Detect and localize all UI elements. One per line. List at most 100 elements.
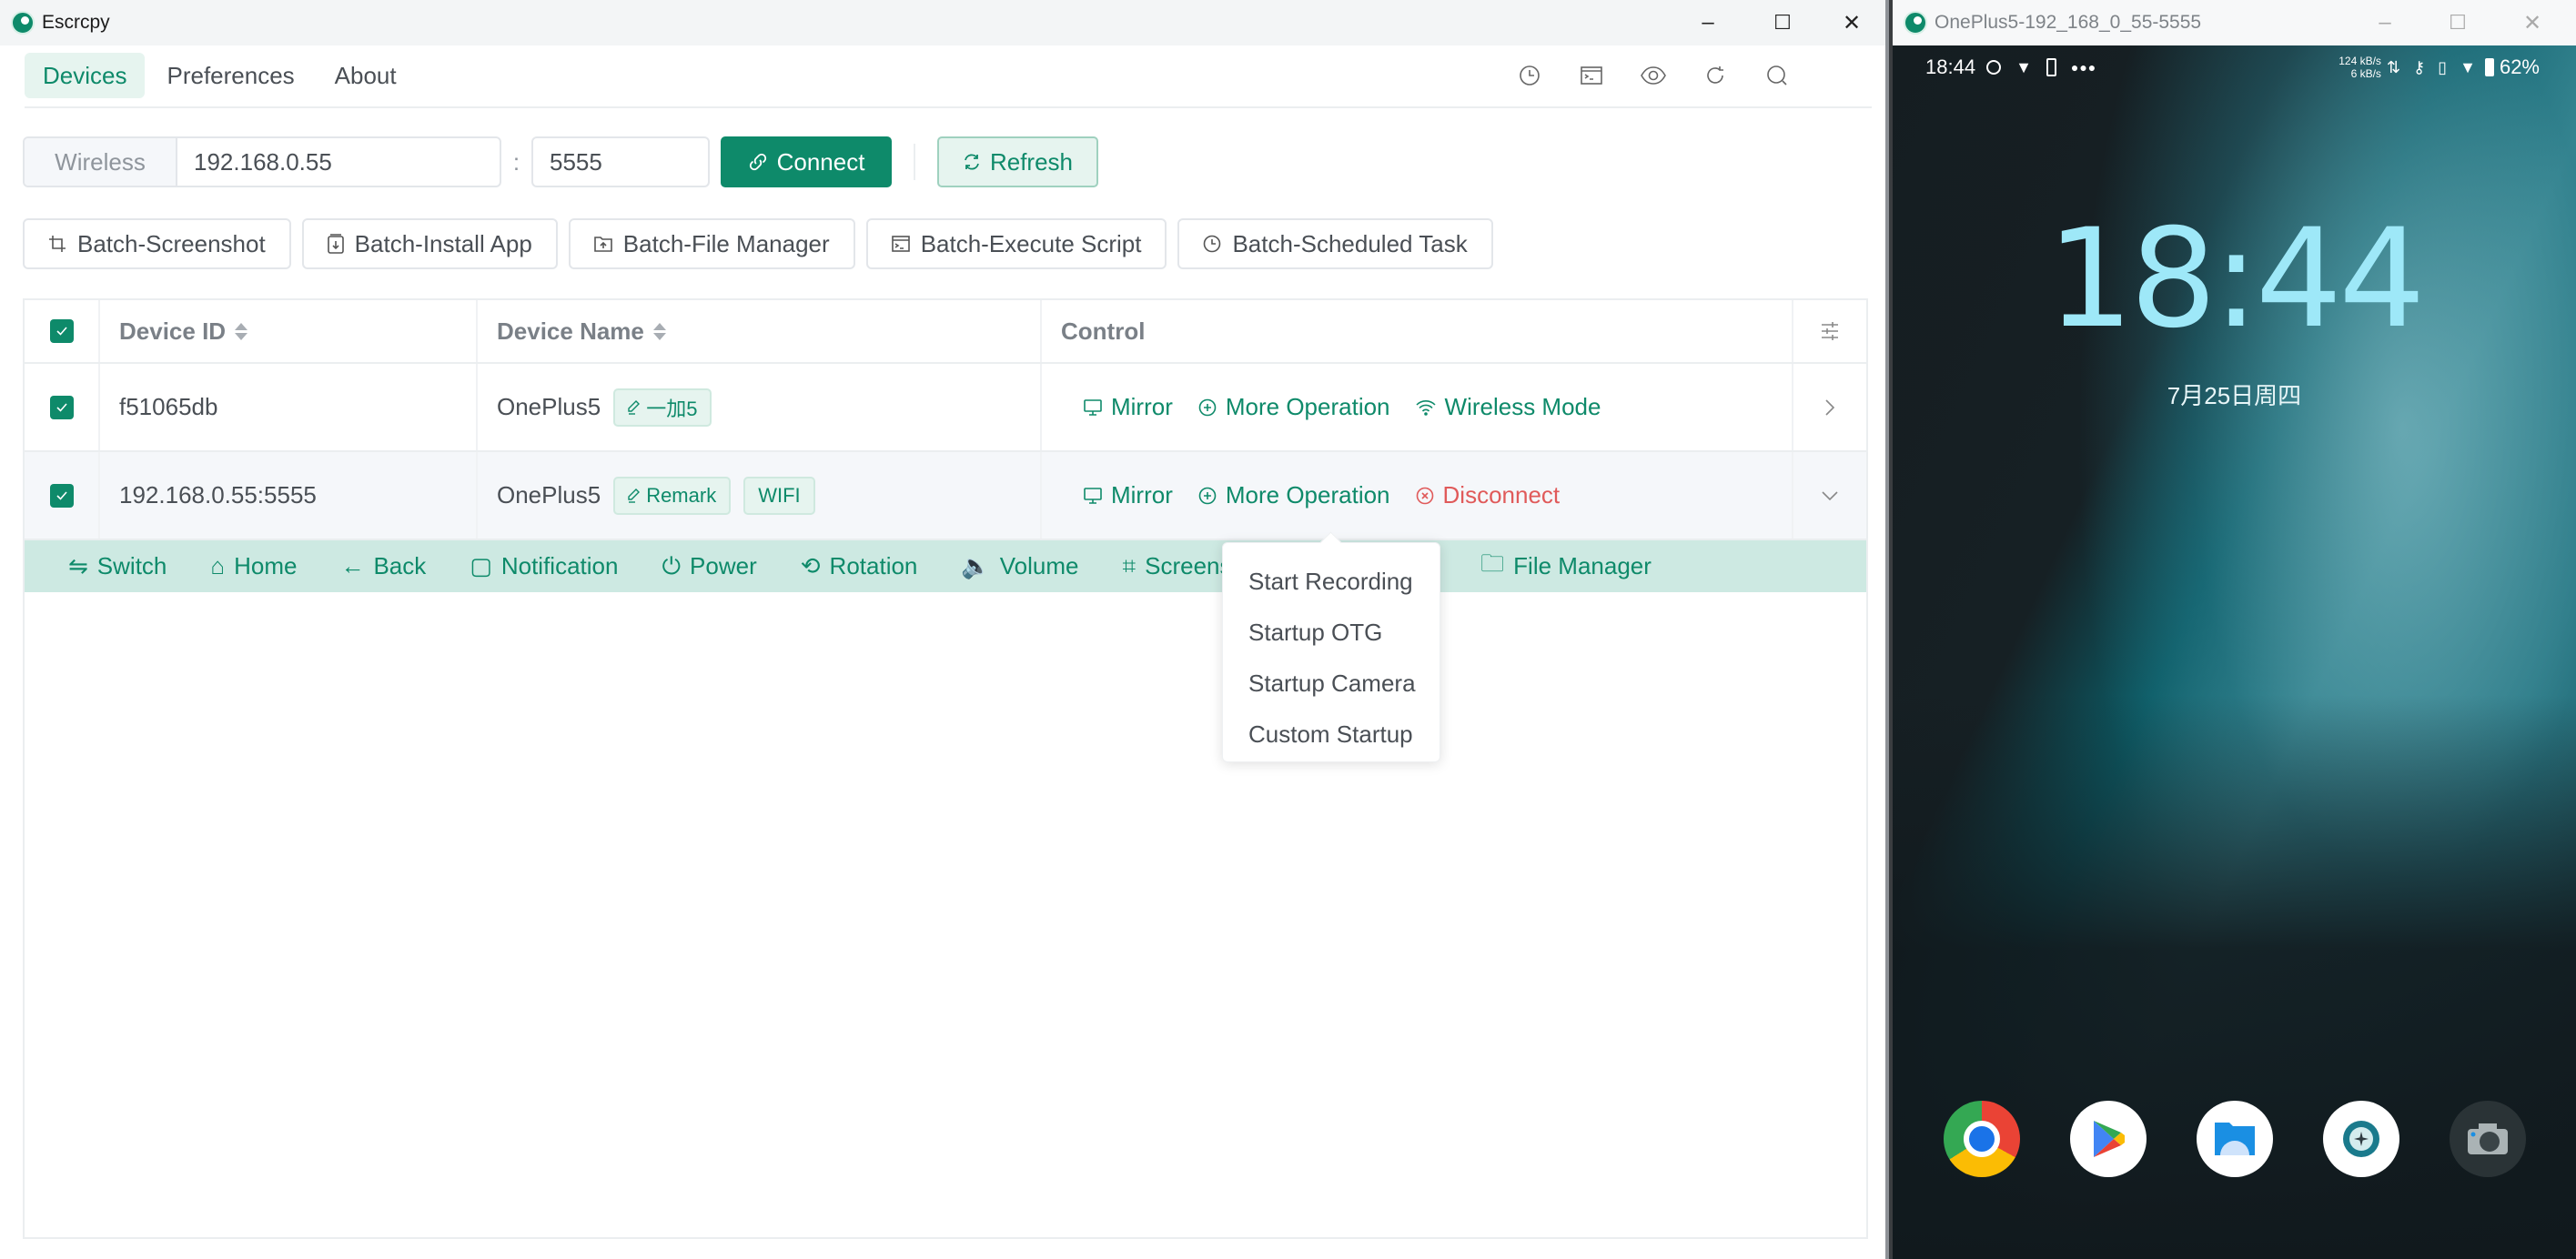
folder-upload-icon [593,237,612,252]
chevron-down-icon[interactable] [1821,490,1839,501]
edit-icon [628,399,641,415]
lockscreen-clock: 18:44 [2046,200,2425,358]
phone-close-button[interactable]: ✕ [2495,0,2570,45]
menu-item-startup-otg[interactable]: Startup OTG [1223,607,1440,658]
batch-screenshot-button[interactable]: Batch-Screenshot [23,218,291,269]
vpn-key-icon: ⚷ [2413,57,2426,76]
settings-icon[interactable] [2322,1101,2399,1177]
file-manager-label: File Manager [1513,552,1652,579]
monitor-icon [1084,487,1102,504]
record-icon [1986,60,2002,75]
mirror-button[interactable]: Mirror [1084,481,1173,509]
table-header: Device ID Device Name Control [25,300,1866,364]
refresh-icon [965,154,979,170]
battery-level: 62% [2499,55,2540,78]
lockscreen-date: 7月25日周四 [2167,382,2302,409]
wifi-icon [1415,399,1436,416]
refresh-icon[interactable] [1702,58,1728,93]
rotation-button[interactable]: ⟲ Rotation [801,552,918,580]
chrome-icon[interactable] [1943,1101,2020,1177]
tab-devices[interactable]: Devices [25,53,146,98]
files-icon[interactable] [2196,1101,2273,1177]
batch-screenshot-label: Batch-Screenshot [77,229,266,257]
host-input-group: Wireless 192.168.0.55 [23,136,501,187]
app-logo-icon [11,11,35,35]
row-checkbox[interactable] [49,395,74,419]
notification-label: Notification [500,552,619,579]
more-operation-button[interactable]: More Operation [1198,481,1390,509]
disconnect-button[interactable]: Disconnect [1416,481,1560,509]
header-device-id[interactable]: Device ID [100,300,478,362]
mirror-label: Mirror [1111,393,1173,420]
mirror-button[interactable]: Mirror [1084,393,1173,421]
header-device-name[interactable]: Device Name [478,300,1042,362]
phone-minimize-button[interactable]: – [2348,0,2422,45]
menu-item-start-recording[interactable]: Start Recording [1223,556,1440,607]
remark-tag[interactable]: Remark [613,476,732,515]
phone-maximize-button[interactable]: ☐ [2420,0,2495,45]
power-button[interactable]: ⏻ Power [662,552,756,581]
batch-execute-script-button[interactable]: Batch-Execute Script [865,218,1167,269]
select-all-checkbox[interactable] [49,319,74,343]
control-cell: Mirror More Operation Wireless Mode [1042,364,1793,450]
chevron-right-icon[interactable] [1824,398,1835,417]
menu-item-startup-camera[interactable]: Startup Camera [1223,658,1440,709]
maximize-button[interactable]: ☐ [1745,0,1820,45]
crop-icon [49,236,66,252]
network-speed: 124 kB/s 6 kB/s [2339,55,2381,80]
minimize-button[interactable]: – [1671,0,1745,45]
wireless-mode-button[interactable]: Wireless Mode [1415,393,1601,421]
host-input[interactable]: 192.168.0.55 [177,138,500,186]
plus-circle-icon [1198,487,1217,504]
play-store-icon[interactable] [2069,1101,2147,1177]
batch-scheduled-task-button[interactable]: Batch-Scheduled Task [1177,218,1493,269]
phone-screen[interactable]: 18:44 ▼ ●●● 124 kB/s 6 kB/s ⇅ ⚷ ▯ ▼ 62% 1… [1893,45,2576,1259]
more-operation-label: More Operation [1225,481,1390,509]
sort-icon[interactable] [235,322,248,340]
notification-button[interactable]: ▢ Notification [470,552,618,580]
battery-saver-icon [2046,58,2056,76]
row-checkbox[interactable] [49,483,74,508]
refresh-button[interactable]: Refresh [937,136,1098,187]
home-button[interactable]: ⌂ Home [210,552,297,580]
row-select-cell [25,452,100,539]
title-bar: Escrcpy – ☐ ✕ [0,0,1885,45]
nav-divider [25,106,1872,108]
column-settings-cell [1793,300,1866,362]
switch-label: Switch [96,552,167,579]
sort-icon[interactable] [652,322,666,340]
phone-window-title: OnePlus5-192_168_0_55-5555 [1935,12,2202,33]
remark-label: 一加5 [646,397,698,420]
expand-cell [1793,364,1866,450]
column-settings-icon[interactable] [1820,321,1840,341]
device-id: 192.168.0.55:5555 [100,452,478,539]
expand-cell [1793,452,1866,539]
history-icon[interactable] [1517,58,1542,93]
close-button[interactable]: ✕ [1814,0,1889,45]
control-cell: Mirror More Operation Disconnect [1042,452,1793,539]
tab-preferences[interactable]: Preferences [148,53,312,98]
remark-tag[interactable]: 一加5 [613,388,712,427]
tab-about[interactable]: About [317,53,415,98]
menu-item-custom-startup[interactable]: Custom Startup [1223,709,1440,760]
volume-icon: 🔈 [961,552,991,579]
camera-icon[interactable] [2449,1101,2526,1177]
vibrate-icon: ▯ [2438,57,2448,76]
net-down: 6 kB/s [2350,67,2381,80]
eye-icon[interactable] [1641,58,1666,93]
home-label: Home [234,552,298,579]
port-input[interactable]: 5555 [531,136,710,187]
status-bar: 18:44 ▼ ●●● 124 kB/s 6 kB/s ⇅ ⚷ ▯ ▼ 62% [1893,45,2576,89]
more-operation-button[interactable]: More Operation [1198,393,1390,421]
connect-button[interactable]: Connect [721,136,892,187]
batch-install-app-button[interactable]: Batch-Install App [301,218,558,269]
switch-button[interactable]: ⇋ Switch [68,552,167,580]
volume-button[interactable]: 🔈 Volume [961,552,1078,580]
mirror-label: Mirror [1111,481,1173,509]
back-button[interactable]: ← Back [340,552,426,580]
search-icon[interactable] [1764,58,1790,93]
file-manager-button[interactable]: 🗀 File Manager [1480,547,1652,587]
terminal-icon[interactable] [1579,58,1604,93]
batch-file-manager-button[interactable]: Batch-File Manager [568,218,855,269]
wifi-signal-icon: ▼ [2460,57,2476,76]
